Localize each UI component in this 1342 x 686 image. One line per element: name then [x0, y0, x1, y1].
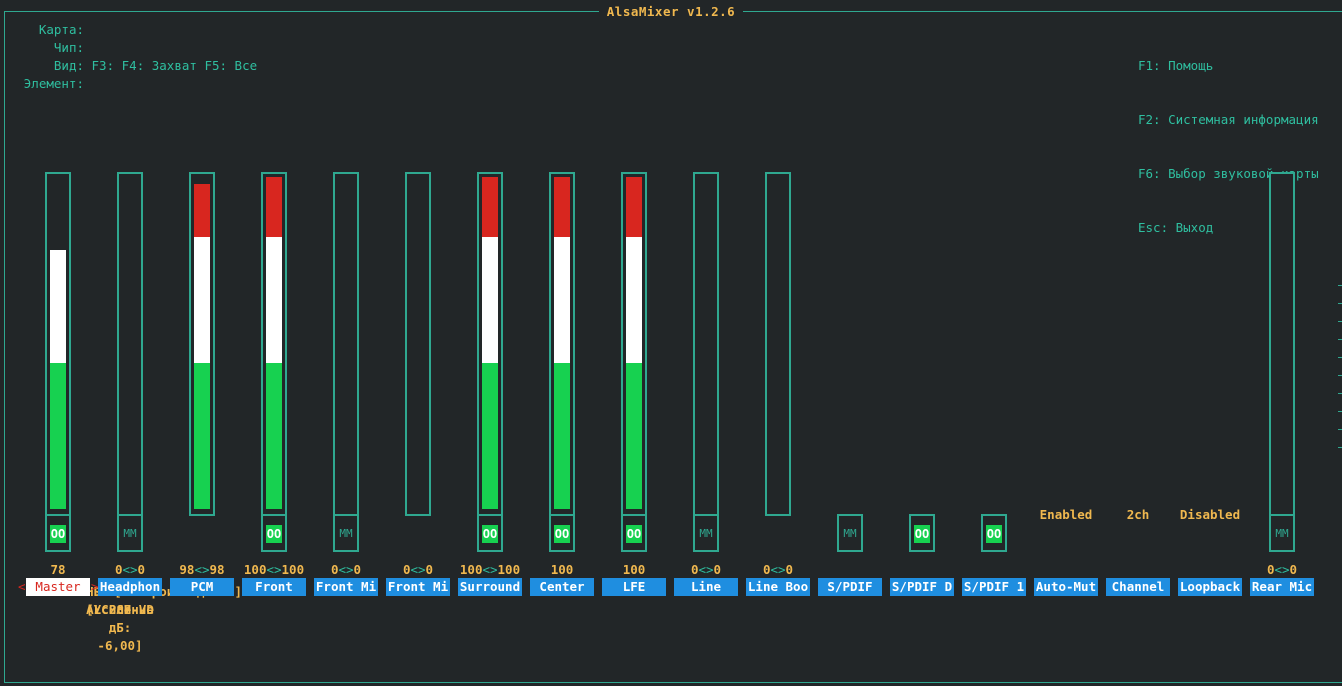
mute-switch-line[interactable]: MM	[693, 514, 719, 552]
view-capture[interactable]: F4: Захват	[122, 58, 197, 73]
window-title: AlsaMixer v1.2.6	[0, 4, 1342, 19]
level-white-segment	[194, 237, 210, 363]
volume-value-center: 100	[550, 562, 574, 577]
channel-name-master[interactable]: Master	[26, 578, 90, 596]
channel-name-pcm[interactable]: PCM	[170, 578, 234, 596]
channel-name-channel[interactable]: Channel	[1106, 578, 1170, 596]
volume-value-surround: 100<>100	[459, 562, 521, 577]
volume-slider-pcm[interactable]	[189, 172, 215, 516]
volume-slider-master[interactable]	[45, 172, 71, 516]
enum-value-auto-mut: Enabled	[1039, 507, 1093, 522]
switch-state: OO	[50, 525, 66, 543]
level-red-segment	[626, 177, 642, 237]
switch-state: OO	[554, 525, 570, 543]
volume-slider-center[interactable]	[549, 172, 575, 516]
channel-name-surround[interactable]: Surround	[458, 578, 522, 596]
mute-switch-s-pdif[interactable]: MM	[837, 514, 863, 552]
volume-value-line-boo: 0<>0	[762, 562, 794, 577]
level-white-segment	[50, 250, 66, 363]
channel-name-s-pdif-1[interactable]: S/PDIF 1	[962, 578, 1026, 596]
level-red-segment	[266, 177, 282, 237]
switch-state: OO	[986, 525, 1002, 543]
channel-name-headphon[interactable]: Headphon	[98, 578, 162, 596]
channel-name-line-boo[interactable]: Line Boo	[746, 578, 810, 596]
mute-switch-center[interactable]: OO	[549, 514, 575, 552]
level-green-segment	[266, 363, 282, 509]
channel-name-s-pdif-d[interactable]: S/PDIF D	[890, 578, 954, 596]
channel-name-front-mi[interactable]: Front Mi	[386, 578, 450, 596]
selected-left-arrow-icon: <	[18, 579, 26, 594]
level-red-segment	[554, 177, 570, 237]
channel-name-auto-mut[interactable]: Auto-Mut	[1034, 578, 1098, 596]
level-green-segment	[50, 363, 66, 509]
level-white-segment	[266, 237, 282, 363]
mute-switch-surround[interactable]: OO	[477, 514, 503, 552]
switch-state: MM	[699, 527, 713, 540]
channel-name-rear-mic[interactable]: Rear Mic	[1250, 578, 1314, 596]
level-red-segment	[194, 184, 210, 237]
channel-name-front-mi[interactable]: Front Mi	[314, 578, 378, 596]
switch-state: OO	[482, 525, 498, 543]
level-red-segment	[482, 177, 498, 237]
enum-value-loopback: Disabled	[1179, 507, 1241, 522]
switch-state: MM	[1275, 527, 1289, 540]
switch-state: OO	[914, 525, 930, 543]
volume-value-front-mi: 0<>0	[402, 562, 434, 577]
volume-slider-surround[interactable]	[477, 172, 503, 516]
volume-value-front-mi: 0<>0	[330, 562, 362, 577]
enum-value-channel: 2ch	[1126, 507, 1150, 522]
mute-switch-headphon[interactable]: MM	[117, 514, 143, 552]
switch-state: OO	[266, 525, 282, 543]
mute-switch-s-pdif-d[interactable]: OO	[909, 514, 935, 552]
volume-value-front: 100<>100	[243, 562, 305, 577]
volume-slider-lfe[interactable]	[621, 172, 647, 516]
level-green-segment	[194, 363, 210, 509]
volume-value-line: 0<>0	[690, 562, 722, 577]
card-info: Карта: HDA Intel PCH Чип: Realtek ALC887…	[23, 22, 258, 653]
volume-value-pcm: 98<>98	[179, 562, 225, 577]
channel-name-loopback[interactable]: Loopback	[1178, 578, 1242, 596]
channel-name-s-pdif[interactable]: S/PDIF	[818, 578, 882, 596]
channel-name-front[interactable]: Front	[242, 578, 306, 596]
help-f1[interactable]: F1: Помощь	[1138, 57, 1319, 75]
volume-value-lfe: 100	[622, 562, 646, 577]
mute-switch-front-mi[interactable]: MM	[333, 514, 359, 552]
level-green-segment	[554, 363, 570, 509]
level-white-segment	[554, 237, 570, 363]
volume-slider-headphon[interactable]	[117, 172, 143, 516]
level-green-segment	[626, 363, 642, 509]
channel-name-lfe[interactable]: LFE	[602, 578, 666, 596]
level-white-segment	[626, 237, 642, 363]
switch-state: MM	[339, 527, 353, 540]
volume-slider-rear-mic[interactable]	[1269, 172, 1295, 516]
volume-slider-front-mi[interactable]	[405, 172, 431, 516]
channel-name-line[interactable]: Line	[674, 578, 738, 596]
mute-switch-front[interactable]: OO	[261, 514, 287, 552]
level-green-segment	[482, 363, 498, 509]
view-all[interactable]: F5: Все	[204, 58, 257, 73]
volume-slider-line-boo[interactable]	[765, 172, 791, 516]
mute-switch-lfe[interactable]: OO	[621, 514, 647, 552]
switch-state: OO	[626, 525, 642, 543]
volume-slider-front-mi[interactable]	[333, 172, 359, 516]
volume-value-master: 78	[50, 562, 66, 577]
mute-switch-master[interactable]: OO	[45, 514, 71, 552]
channel-name-center[interactable]: Center	[530, 578, 594, 596]
volume-value-rear-mic: 0<>0	[1266, 562, 1298, 577]
level-white-segment	[482, 237, 498, 363]
help-f2[interactable]: F2: Системная информация	[1138, 111, 1319, 129]
volume-slider-line[interactable]	[693, 172, 719, 516]
volume-slider-front[interactable]	[261, 172, 287, 516]
switch-state: MM	[843, 527, 857, 540]
volume-value-headphon: 0<>0	[114, 562, 146, 577]
mute-switch-rear-mic[interactable]: MM	[1269, 514, 1295, 552]
switch-state: MM	[123, 527, 137, 540]
mute-switch-s-pdif-1[interactable]: OO	[981, 514, 1007, 552]
